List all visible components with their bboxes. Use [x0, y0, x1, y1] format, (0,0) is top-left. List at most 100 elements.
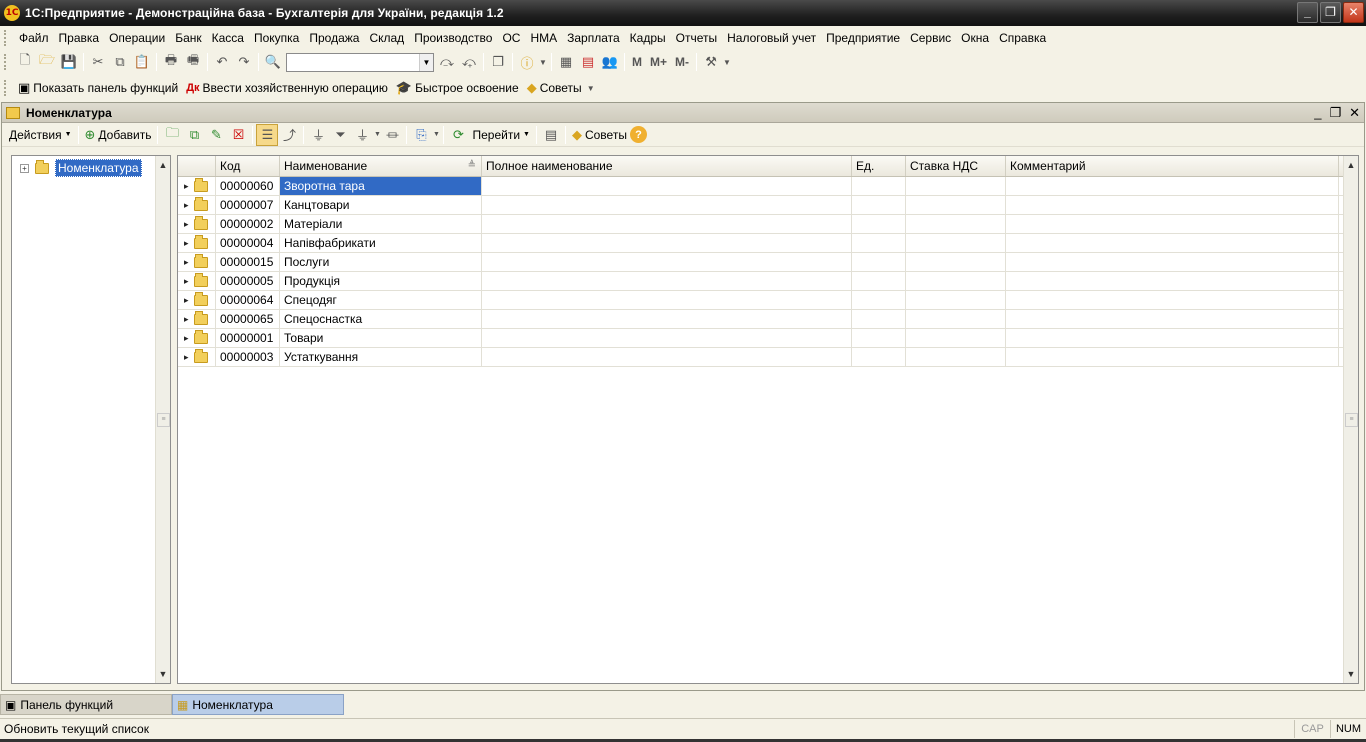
- table-row[interactable]: ▸ 00000004 Напівфабрикати: [178, 234, 1358, 253]
- filter-value-icon[interactable]: ⏷: [329, 124, 351, 146]
- cell-comment[interactable]: [1006, 291, 1339, 309]
- row-icon-cell[interactable]: ▸: [178, 215, 216, 233]
- cell-unit[interactable]: [852, 215, 906, 233]
- dropdown-arrow-icon[interactable]: ▼: [538, 51, 548, 73]
- cell-fullname[interactable]: [482, 348, 852, 366]
- help-icon[interactable]: ?: [629, 126, 647, 143]
- row-icon-cell[interactable]: ▸: [178, 234, 216, 252]
- filter-icon[interactable]: ⏚: [307, 124, 329, 146]
- cell-code[interactable]: 00000007: [216, 196, 280, 214]
- cell-name[interactable]: Послуги: [280, 253, 482, 271]
- tips-button[interactable]: ◆ Советы: [523, 77, 586, 99]
- cell-fullname[interactable]: [482, 234, 852, 252]
- delete-icon[interactable]: ☒: [227, 124, 249, 146]
- scroll-thumb[interactable]: ≡: [157, 413, 170, 427]
- expand-group-icon[interactable]: ▸: [184, 310, 189, 328]
- find-prev-icon[interactable]: ⤽: [458, 51, 480, 73]
- hierarchy-view-icon[interactable]: ☰: [256, 123, 279, 146]
- menu-sales[interactable]: Продажа: [304, 28, 364, 48]
- cell-unit[interactable]: [852, 234, 906, 252]
- cell-fullname[interactable]: [482, 291, 852, 309]
- table-row[interactable]: ▸ 00000001 Товари: [178, 329, 1358, 348]
- table-row[interactable]: ▸ 00000002 Матеріали: [178, 215, 1358, 234]
- cell-fullname[interactable]: [482, 253, 852, 271]
- doc-restore-button[interactable]: ❐: [1329, 104, 1341, 121]
- tab-functions-panel[interactable]: ▣ Панель функций: [0, 694, 172, 715]
- print-preview-icon[interactable]: 🖷: [182, 51, 204, 73]
- table-row[interactable]: ▸ 00000064 Спецодяг: [178, 291, 1358, 310]
- cell-code[interactable]: 00000065: [216, 310, 280, 328]
- expand-group-icon[interactable]: ▸: [184, 196, 189, 214]
- menu-windows[interactable]: Окна: [956, 28, 994, 48]
- scroll-up-icon[interactable]: ▲: [1344, 157, 1358, 173]
- open-folder-icon[interactable]: 🗁: [36, 51, 58, 73]
- cell-code[interactable]: 00000002: [216, 215, 280, 233]
- cell-code[interactable]: 00000003: [216, 348, 280, 366]
- edit-icon[interactable]: ✎: [205, 124, 227, 146]
- cell-comment[interactable]: [1006, 310, 1339, 328]
- cut-icon[interactable]: ✂: [87, 51, 109, 73]
- paste-icon[interactable]: 📋: [131, 51, 153, 73]
- menu-purchase[interactable]: Покупка: [249, 28, 304, 48]
- cell-vat[interactable]: [906, 196, 1006, 214]
- cell-vat[interactable]: [906, 215, 1006, 233]
- column-header-name[interactable]: Наименование ≜: [280, 156, 482, 176]
- tools-icon[interactable]: ⚒: [700, 51, 722, 73]
- chevron-down-icon[interactable]: ▼: [419, 53, 433, 71]
- menu-help[interactable]: Справка: [994, 28, 1051, 48]
- table-row[interactable]: ▸ 00000005 Продукція: [178, 272, 1358, 291]
- new-document-icon[interactable]: 🗋: [14, 51, 36, 73]
- cell-unit[interactable]: [852, 177, 906, 195]
- cell-unit[interactable]: [852, 253, 906, 271]
- cell-name[interactable]: Спецоснастка: [280, 310, 482, 328]
- expand-group-icon[interactable]: ▸: [184, 253, 189, 271]
- cell-fullname[interactable]: [482, 310, 852, 328]
- cell-name[interactable]: Спецодяг: [280, 291, 482, 309]
- search-icon[interactable]: 🔍: [262, 51, 284, 73]
- tree-scrollbar[interactable]: ▲ ≡ ▼: [155, 156, 170, 683]
- doc-minimize-button[interactable]: _: [1314, 104, 1321, 121]
- close-button[interactable]: ✕: [1343, 2, 1364, 23]
- cell-unit[interactable]: [852, 196, 906, 214]
- menu-intangibles[interactable]: НМА: [525, 28, 562, 48]
- cell-code[interactable]: 00000004: [216, 234, 280, 252]
- users-icon[interactable]: 👥: [599, 51, 621, 73]
- print-icon[interactable]: 🖶: [160, 51, 182, 73]
- column-header-code[interactable]: Код: [216, 156, 280, 176]
- cell-comment[interactable]: [1006, 215, 1339, 233]
- cell-name[interactable]: Матеріали: [280, 215, 482, 233]
- tab-nomenclature[interactable]: ▦ Номенклатура: [172, 694, 344, 715]
- scroll-down-icon[interactable]: ▼: [1344, 666, 1358, 682]
- column-header-icon[interactable]: [178, 156, 216, 176]
- dropdown-arrow-icon[interactable]: ▼: [432, 124, 440, 146]
- goto-menu-button[interactable]: Перейти ▼: [469, 124, 533, 146]
- cell-comment[interactable]: [1006, 272, 1339, 290]
- menubar-grip[interactable]: [4, 30, 8, 46]
- cell-unit[interactable]: [852, 272, 906, 290]
- row-icon-cell[interactable]: ▸: [178, 291, 216, 309]
- cell-name[interactable]: Напівфабрикати: [280, 234, 482, 252]
- cell-comment[interactable]: [1006, 196, 1339, 214]
- redo-icon[interactable]: ↷: [233, 51, 255, 73]
- menu-enterprise[interactable]: Предприятие: [821, 28, 905, 48]
- cell-code[interactable]: 00000064: [216, 291, 280, 309]
- show-panel-button[interactable]: ▣ Показать панель функций: [14, 77, 182, 99]
- windows-icon[interactable]: ❐: [487, 51, 509, 73]
- cell-vat[interactable]: [906, 329, 1006, 347]
- memory-plus-button[interactable]: M+: [646, 55, 671, 69]
- cell-code[interactable]: 00000060: [216, 177, 280, 195]
- dropdown-arrow-icon[interactable]: ▼: [722, 51, 732, 73]
- cell-name[interactable]: Товари: [280, 329, 482, 347]
- cell-code[interactable]: 00000001: [216, 329, 280, 347]
- filter-history-icon[interactable]: ⏚: [351, 124, 373, 146]
- save-icon[interactable]: 💾: [58, 51, 80, 73]
- cell-code[interactable]: 00000015: [216, 253, 280, 271]
- scroll-down-icon[interactable]: ▼: [156, 666, 170, 682]
- cell-vat[interactable]: [906, 272, 1006, 290]
- level-up-icon[interactable]: ⤴: [278, 124, 300, 146]
- row-icon-cell[interactable]: ▸: [178, 329, 216, 347]
- cell-vat[interactable]: [906, 291, 1006, 309]
- table-scrollbar[interactable]: ▲ ≡ ▼: [1343, 156, 1358, 683]
- add-group-icon[interactable]: 🗀: [161, 124, 183, 146]
- cell-name[interactable]: Продукція: [280, 272, 482, 290]
